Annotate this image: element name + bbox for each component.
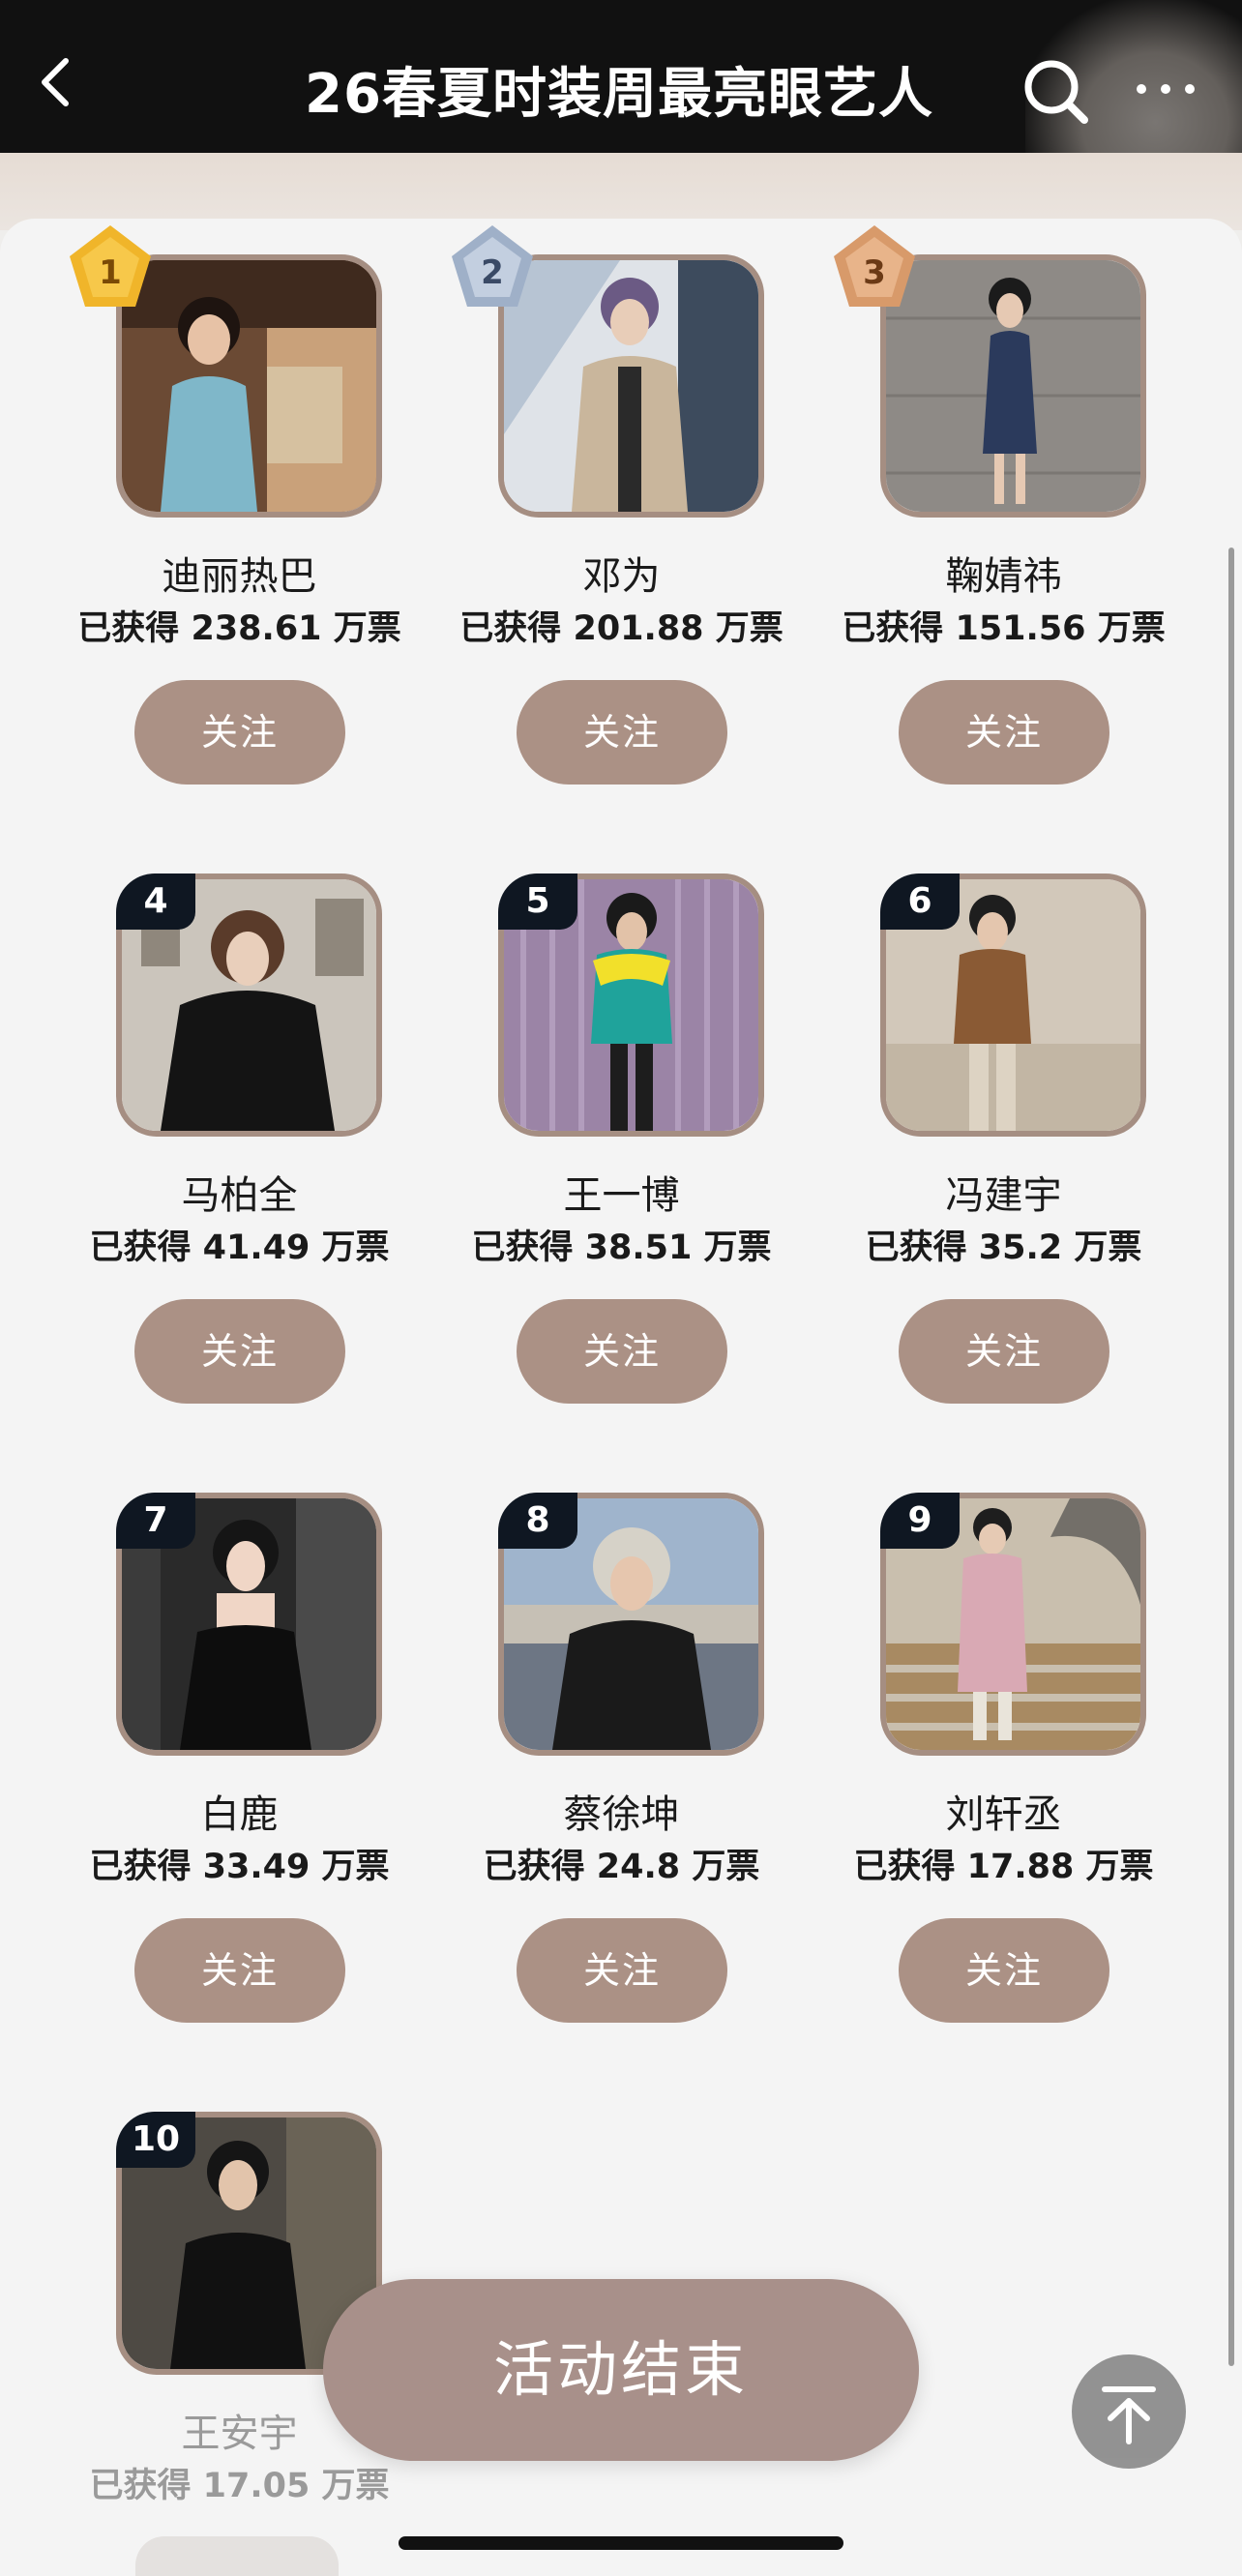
ranking-item: 8 蔡徐坤 已获得 24.8 万票 关注 bbox=[430, 1493, 813, 2073]
home-indicator[interactable] bbox=[399, 2536, 843, 2550]
vote-count: 已获得 33.49 万票 bbox=[89, 1848, 390, 1886]
follow-button[interactable]: 关注 bbox=[899, 1918, 1109, 2023]
artist-name: 刘轩丞 bbox=[945, 1792, 1062, 1837]
svg-text:2: 2 bbox=[481, 253, 504, 292]
follow-button[interactable]: 关注 bbox=[899, 680, 1109, 785]
ranking-item: 7 白鹿 已获得 33.49 万票 关注 bbox=[48, 1493, 430, 2073]
vote-count: 已获得 238.61 万票 bbox=[77, 609, 401, 648]
artist-name: 王一博 bbox=[563, 1173, 680, 1218]
ranking-item: 1 迪丽热巴 已获得 238.61 万票 关注 bbox=[48, 225, 430, 835]
follow-button[interactable]: 关注 bbox=[134, 680, 345, 785]
ranking-item: 4 马柏全 已获得 41.49 万票 关注 bbox=[48, 873, 430, 1454]
page-title: 26春夏时装周最亮眼艺人 bbox=[305, 63, 933, 126]
top-bar: 26春夏时装周最亮眼艺人 bbox=[0, 0, 1242, 222]
scroll-indicator[interactable] bbox=[1228, 548, 1234, 2366]
search-icon[interactable] bbox=[1020, 56, 1090, 126]
follow-button[interactable]: 关注 bbox=[134, 1918, 345, 2023]
follow-button[interactable]: 关注 bbox=[517, 1918, 727, 2023]
ranking-item: 5 王一博 已获得 38.51 万票 关注 bbox=[430, 873, 813, 1454]
follow-button[interactable] bbox=[135, 2536, 339, 2576]
arrow-up-to-top-icon[interactable] bbox=[1072, 2354, 1186, 2469]
artist-name: 马柏全 bbox=[181, 1173, 298, 1218]
follow-button[interactable]: 关注 bbox=[134, 1299, 345, 1404]
vote-count: 已获得 38.51 万票 bbox=[471, 1229, 772, 1267]
event-ended-button[interactable]: 活动结束 bbox=[323, 2279, 919, 2461]
artist-name: 蔡徐坤 bbox=[563, 1792, 680, 1837]
follow-button[interactable]: 关注 bbox=[517, 1299, 727, 1404]
vote-count: 已获得 201.88 万票 bbox=[459, 609, 784, 648]
svg-text:1: 1 bbox=[99, 253, 122, 292]
vote-count: 已获得 24.8 万票 bbox=[483, 1848, 760, 1886]
artist-name: 冯建宇 bbox=[945, 1173, 1062, 1218]
ranking-item: 3 鞠婧祎 已获得 151.56 万票 关注 bbox=[813, 225, 1195, 835]
bronze-medal-icon: 3 bbox=[826, 220, 923, 316]
vote-count: 已获得 35.2 万票 bbox=[865, 1229, 1142, 1267]
vote-count: 已获得 17.88 万票 bbox=[853, 1848, 1154, 1886]
gold-medal-icon: 1 bbox=[62, 220, 159, 316]
ranking-item: 2 邓为 已获得 201.88 万票 关注 bbox=[430, 225, 813, 835]
artist-name: 迪丽热巴 bbox=[162, 554, 317, 599]
follow-button[interactable]: 关注 bbox=[899, 1299, 1109, 1404]
vote-count: 已获得 17.05 万票 bbox=[89, 2467, 390, 2505]
more-icon[interactable] bbox=[1132, 70, 1199, 108]
silver-medal-icon: 2 bbox=[444, 220, 541, 316]
follow-button[interactable]: 关注 bbox=[517, 680, 727, 785]
ranking-item: 9 刘轩丞 已获得 17.88 万票 关注 bbox=[813, 1493, 1195, 2073]
chevron-left-icon[interactable] bbox=[29, 53, 87, 111]
vote-count: 已获得 41.49 万票 bbox=[89, 1229, 390, 1267]
artist-name: 邓为 bbox=[582, 554, 661, 599]
artist-name: 鞠婧祎 bbox=[945, 554, 1062, 599]
ranking-item: 6 冯建宇 已获得 35.2 万票 关注 bbox=[813, 873, 1195, 1454]
vote-count: 已获得 151.56 万票 bbox=[842, 609, 1166, 648]
artist-name: 白鹿 bbox=[200, 1792, 279, 1837]
svg-text:3: 3 bbox=[863, 253, 886, 292]
